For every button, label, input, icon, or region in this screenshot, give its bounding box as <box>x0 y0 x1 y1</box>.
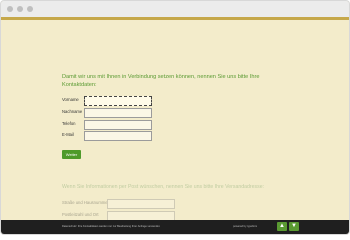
footer-privacy-text: Datenschutz: Ihre Kontaktdaten werden nu… <box>62 225 161 228</box>
first-name-label: Vorname <box>62 97 79 102</box>
window-minimize-dot[interactable] <box>17 6 23 12</box>
zip-city-label: Postleitzahl und Ort <box>62 212 99 217</box>
chevron-up-icon: ▲ <box>279 223 285 229</box>
email-label: E-Mail <box>62 132 74 137</box>
window-maximize-dot[interactable] <box>27 6 33 12</box>
phone-input[interactable] <box>84 120 152 130</box>
street-input[interactable] <box>107 199 175 209</box>
first-name-input[interactable] <box>84 96 152 106</box>
email-input[interactable] <box>84 131 152 141</box>
window-titlebar <box>1 1 349 18</box>
footer-bar: Datenschutz: Ihre Kontaktdaten werden nu… <box>1 220 349 234</box>
street-label: Straße und Hausnummer <box>62 200 110 205</box>
nav-up-button[interactable]: ▲ <box>277 222 287 231</box>
window-close-dot[interactable] <box>7 6 13 12</box>
accent-bar <box>1 17 349 20</box>
next-section-heading: Wenn Sie Informationen per Post wünschen… <box>62 184 265 190</box>
nav-down-button[interactable]: ▼ <box>289 222 299 231</box>
browser-window: Damit wir uns mit Ihnen in Verbindung se… <box>0 0 350 235</box>
chevron-down-icon: ▼ <box>291 223 297 229</box>
form-heading: Damit wir uns mit Ihnen in Verbindung se… <box>62 74 260 88</box>
phone-label: Telefon <box>62 121 76 126</box>
last-name-input[interactable] <box>84 108 152 118</box>
footer-powered-by[interactable]: powered by typeform <box>233 225 257 228</box>
next-button[interactable]: Weiter <box>62 150 81 159</box>
last-name-label: Nachname <box>62 109 83 114</box>
